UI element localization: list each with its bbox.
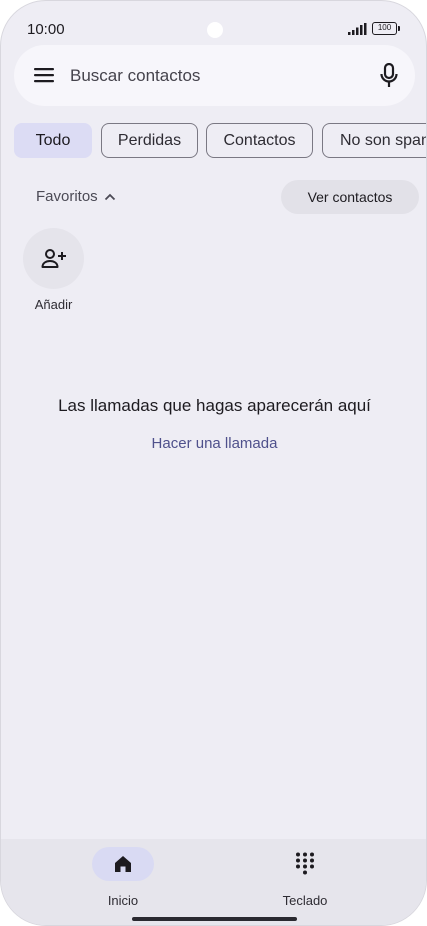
nav-item-dialpad[interactable]: Teclado [245,847,365,913]
chip-not-spam[interactable]: No son spam [322,123,426,158]
view-contacts-button[interactable]: Ver contactos [281,180,419,214]
chip-all[interactable]: Todo [14,123,92,158]
dialpad-icon [296,852,314,875]
battery-icon: 100 [372,22,400,35]
nav-dialpad-indicator [274,847,336,881]
add-favorite-button[interactable] [23,228,84,289]
chevron-up-icon [104,193,115,200]
add-favorite-label: Añadir [34,297,73,312]
signal-icon [348,23,367,35]
empty-state-message: Las llamadas que hagas aparecerán aquí [58,396,371,415]
nav-item-home[interactable]: Inicio [63,847,183,913]
filter-chips: Todo Perdidas Contactos No son spam [14,123,426,159]
add-person-icon [41,248,66,268]
mic-icon[interactable] [379,63,399,89]
nav-home-indicator [92,847,154,881]
status-time: 10:00 [27,21,65,38]
nav-label-dialpad: Teclado [282,893,328,908]
bottom-navigation: Inicio Teclado [1,839,426,925]
favorites-label: Favoritos [36,188,98,205]
make-call-link[interactable]: Hacer una llamada [1,435,426,452]
search-input[interactable]: Buscar contactos [70,66,200,86]
favorites-toggle[interactable]: Favoritos [36,188,116,205]
phone-screen: 10:00 100 Buscar contactos Todo Perdidas… [0,0,427,926]
camera-cutout [207,22,223,38]
search-bar[interactable]: Buscar contactos [14,45,415,106]
nav-label-home: Inicio [107,893,139,908]
chip-missed[interactable]: Perdidas [101,123,198,158]
gesture-bar[interactable] [132,917,297,921]
menu-icon[interactable] [34,65,56,85]
chip-contacts[interactable]: Contactos [206,123,313,158]
home-icon [115,856,131,872]
